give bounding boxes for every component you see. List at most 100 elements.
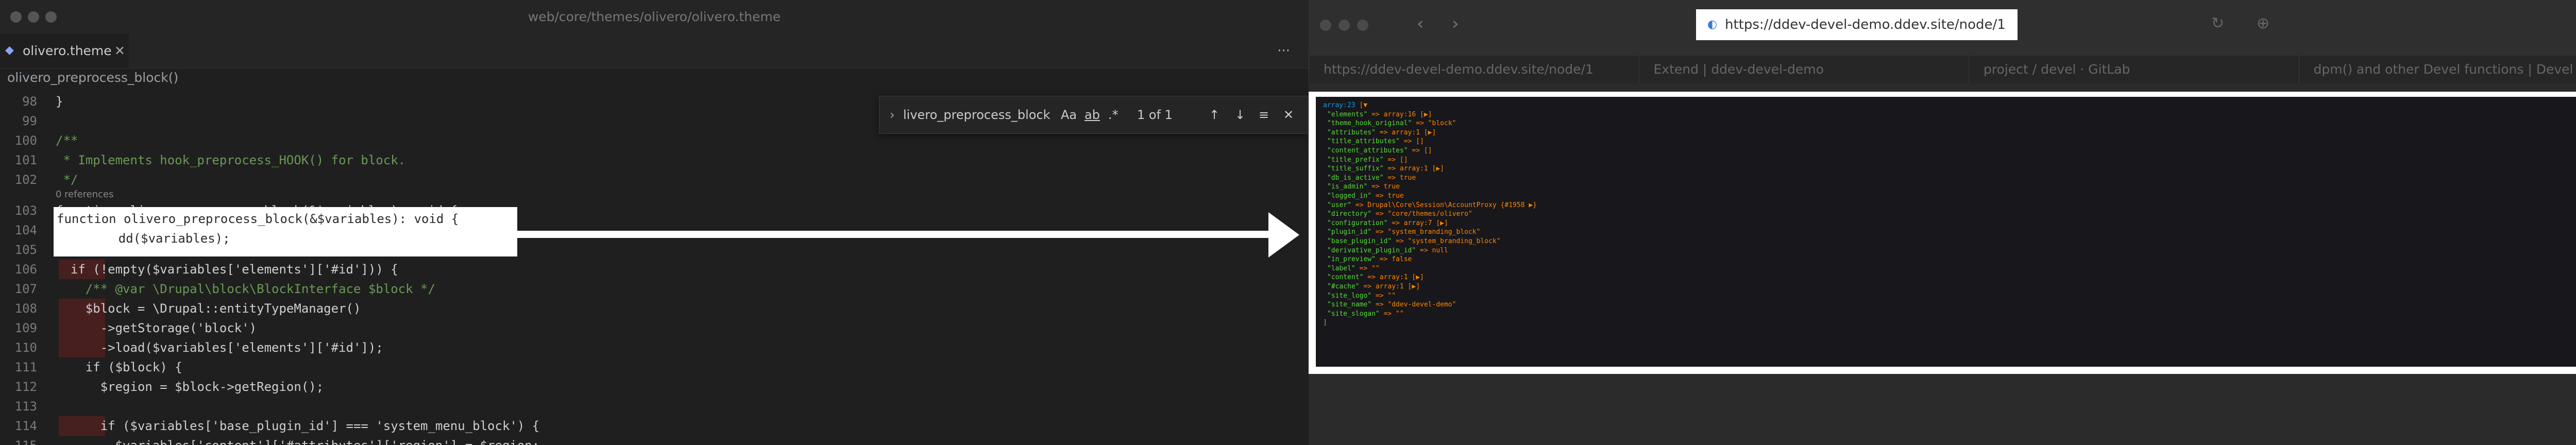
line-number: 108 (14, 301, 37, 316)
dump-row[interactable]: "db_is_active" => true (1327, 174, 1416, 182)
dump-key: "plugin_id" (1327, 228, 1372, 236)
line-text: /** @var \Drupal\block\BlockInterface $b… (56, 282, 435, 296)
line-text: if ($block) { (56, 360, 182, 374)
line-number: 101 (14, 153, 37, 167)
code-line[interactable]: 106 if (!empty($variables['elements']['#… (0, 260, 1309, 279)
match-word-toggle[interactable]: ab (1084, 108, 1100, 122)
dump-row[interactable]: "configuration" => array:7 [▶] (1327, 219, 1448, 228)
line-text: if (!empty($variables['elements']['#id']… (56, 262, 398, 277)
references-codelens[interactable]: 0 references (56, 190, 114, 200)
dump-row[interactable]: "attributes" => array:1 [▶] (1327, 128, 1436, 137)
dump-row[interactable]: ] (1323, 318, 1331, 327)
browser-tab[interactable]: https://ddev-devel-demo.ddev.site/node/1 (1309, 56, 1639, 83)
downloads-icon[interactable]: ⊕ (2257, 14, 2269, 32)
dump-row[interactable]: "site_logo" => "" (1327, 292, 1396, 300)
close-tab-icon[interactable]: ✕ (114, 34, 125, 68)
dump-key: ] (1323, 319, 1327, 327)
tab-olivero-theme[interactable]: ◆ olivero.theme ✕ (0, 34, 129, 68)
line-number: 114 (14, 419, 37, 433)
dump-row[interactable]: "site_slogan" => "" (1327, 310, 1404, 318)
dump-row[interactable]: "derivative_plugin_id" => null (1327, 246, 1448, 255)
browser-tab[interactable]: Extend | ddev-devel-demo (1638, 56, 1969, 83)
browser-tab[interactable]: dpm() and other Devel functions | Devel … (2298, 56, 2576, 83)
dump-value: => true (1387, 174, 1416, 182)
more-actions-icon[interactable]: ··· (1277, 34, 1290, 68)
code-line[interactable]: 112 $region = $block->getRegion(); (0, 377, 1309, 397)
dump-row[interactable]: "content_attributes" => [] (1327, 146, 1432, 155)
line-text: */ (56, 173, 78, 187)
dump-key: "#cache" (1327, 283, 1360, 290)
back-icon[interactable]: ‹ (1417, 13, 1424, 34)
dump-value: => array:7 [▶] (1392, 219, 1448, 227)
zoom-window-button[interactable] (1357, 20, 1368, 31)
tab-label: olivero.theme (23, 43, 112, 58)
dump-row[interactable]: "site_name" => "ddev-devel-demo" (1327, 300, 1456, 309)
dump-row[interactable]: "label" => "" (1327, 264, 1380, 273)
dump-row[interactable]: "base_plugin_id" => "system_branding_blo… (1327, 237, 1501, 246)
dump-row[interactable]: "title_suffix" => array:1 [▶] (1327, 164, 1444, 173)
minimize-window-button[interactable] (1338, 20, 1350, 31)
line-number: 104 (14, 223, 37, 237)
code-line[interactable]: 101 * Implements hook_preprocess_HOOK() … (0, 150, 1309, 170)
dump-key: array:23 (1323, 101, 1355, 109)
regex-toggle[interactable]: .* (1108, 108, 1118, 122)
dump-value: => "" (1359, 264, 1380, 272)
dump-value: => array:16 [▶] (1371, 110, 1432, 118)
code-line[interactable]: 114 if ($variables['base_plugin_id'] ===… (0, 416, 1309, 436)
dump-row[interactable]: "is_admin" => true (1327, 182, 1400, 191)
dump-row[interactable]: "title_prefix" => [] (1327, 156, 1408, 164)
line-number: 111 (14, 360, 37, 374)
dump-key: "content" (1327, 273, 1364, 282)
dump-row[interactable]: "elements" => array:16 [▶] (1327, 110, 1432, 119)
editor-titlebar: web/core/themes/olivero/olivero.theme (0, 0, 1309, 35)
browser-tab[interactable]: project / devel · GitLab (1969, 56, 2299, 83)
dump-row[interactable]: "logged_in" => true (1327, 192, 1404, 200)
dump-row[interactable]: "directory" => "core/themes/olivero" (1327, 210, 1472, 218)
line-text: $variables['content']['#attributes']['re… (56, 436, 540, 445)
dump-row[interactable]: "theme_hook_original" => "block" (1327, 119, 1456, 128)
dump-key: "label" (1327, 264, 1355, 272)
breadcrumb[interactable]: olivero_preprocess_block() (7, 70, 178, 85)
reload-icon[interactable]: ↻ (2211, 14, 2224, 32)
code-line[interactable]: 102 */ (0, 170, 1309, 190)
line-number: 102 (14, 173, 37, 187)
code-line[interactable]: 109 ->getStorage('block') (0, 318, 1309, 338)
line-number: 107 (14, 282, 37, 296)
address-bar[interactable]: ◐ https://ddev-devel-demo.ddev.site/node… (1696, 9, 2018, 40)
line-text: /** (56, 133, 78, 148)
dump-key: "is_admin" (1327, 183, 1368, 191)
browser-tab-bar: https://ddev-devel-demo.ddev.site/node/1… (1309, 56, 2576, 83)
close-window-button[interactable] (1320, 20, 1331, 31)
dump-value: => Drupal\Core\Session\AccountProxy {#19… (1355, 201, 1537, 209)
dump-row[interactable]: "title_attributes" => [] (1327, 137, 1424, 146)
find-in-selection-icon[interactable]: ≡ (1259, 108, 1269, 122)
dump-key: "title_prefix" (1327, 156, 1384, 164)
code-line[interactable]: 113 (0, 397, 1309, 416)
dump-key: "attributes" (1327, 128, 1376, 136)
match-case-toggle[interactable]: Aa (1061, 108, 1077, 122)
code-line[interactable]: 115 $variables['content']['#attributes']… (0, 436, 1309, 445)
line-number: 109 (14, 321, 37, 335)
dump-key: "user" (1327, 201, 1351, 209)
dump-row[interactable]: "in_preview" => false (1327, 255, 1412, 264)
line-number: 103 (14, 203, 37, 218)
dump-row[interactable]: "plugin_id" => "system_branding_block" (1327, 228, 1480, 236)
highlighted-line-104: dd($variables); (89, 231, 230, 246)
dump-row[interactable]: "user" => Drupal\Core\Session\AccountPro… (1327, 201, 1537, 210)
next-match-icon[interactable]: ↓ (1235, 108, 1245, 122)
dump-key: "theme_hook_original" (1327, 119, 1412, 128)
close-find-icon[interactable]: ✕ (1283, 108, 1294, 122)
previous-match-icon[interactable]: ↑ (1209, 108, 1219, 122)
find-input[interactable]: livero_preprocess_block (903, 108, 1050, 122)
code-line[interactable]: 108 $block = \Drupal::entityTypeManager(… (0, 299, 1309, 318)
forward-icon[interactable]: › (1452, 13, 1459, 34)
line-number: 98 (22, 94, 37, 109)
dump-row[interactable]: "content" => array:1 [▶] (1327, 273, 1424, 282)
dump-row[interactable]: "#cache" => array:1 [▶] (1327, 282, 1420, 291)
line-number: 105 (14, 243, 37, 257)
code-line[interactable]: 111 if ($block) { (0, 357, 1309, 377)
line-number: 99 (22, 114, 37, 128)
code-line[interactable]: 110 ->load($variables['elements']['#id']… (0, 338, 1309, 357)
code-line[interactable]: 107 /** @var \Drupal\block\BlockInterfac… (0, 279, 1309, 299)
chevron-right-icon[interactable]: › (890, 108, 895, 122)
